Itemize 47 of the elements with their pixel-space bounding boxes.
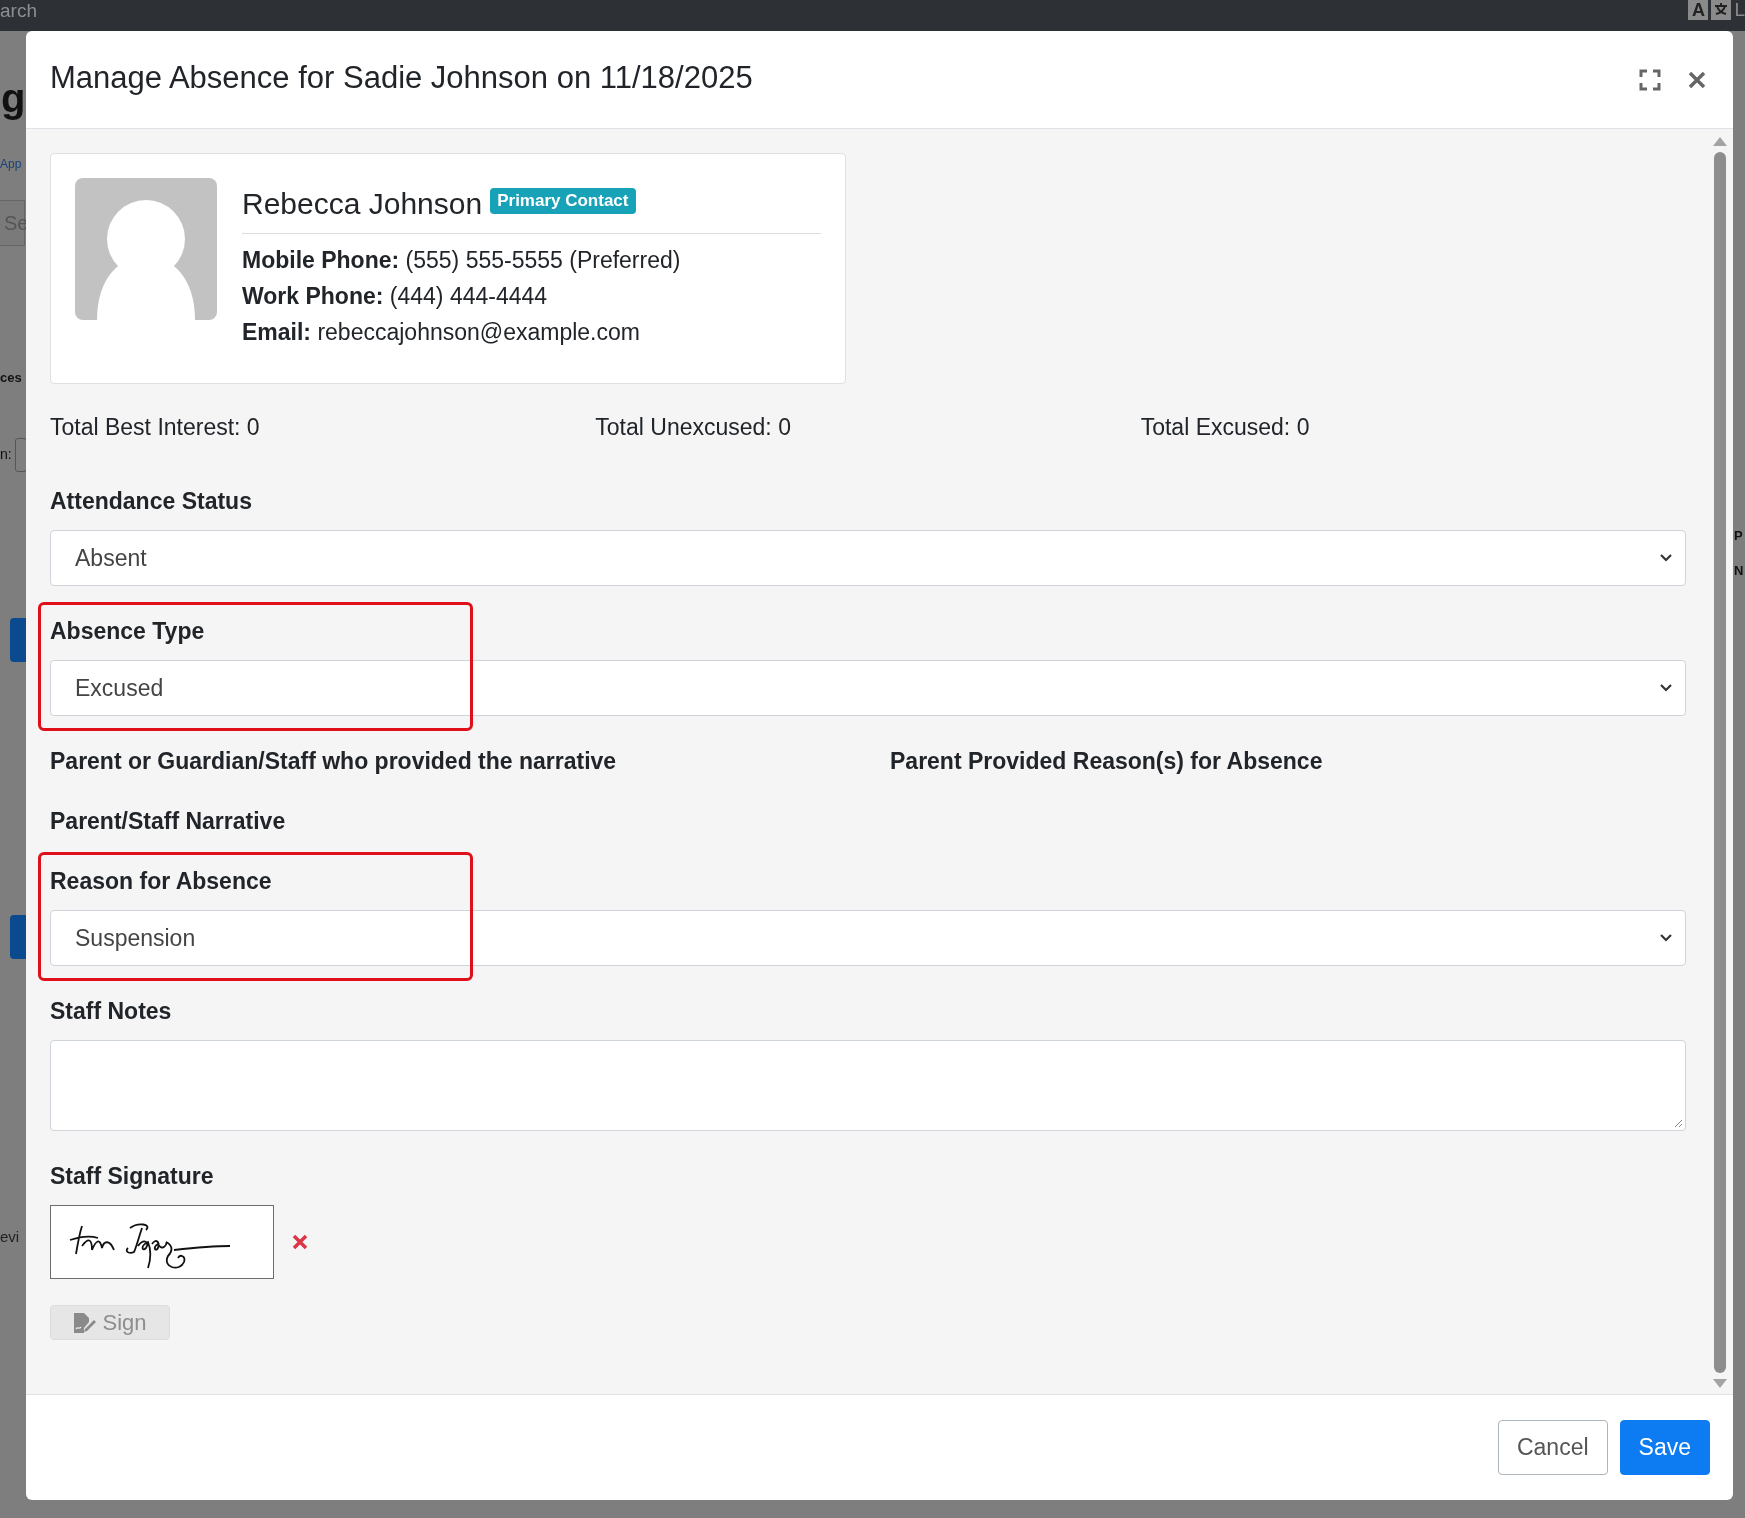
page-heading: g — [1, 75, 26, 122]
maximize-icon[interactable] — [1639, 68, 1661, 91]
resize-handle-icon[interactable] — [1673, 1118, 1683, 1128]
contact-name: Rebecca Johnson — [242, 186, 483, 221]
translate-icon[interactable] — [1711, 0, 1732, 20]
field-label: n: — [0, 446, 12, 462]
cancel-button[interactable]: Cancel — [1497, 1420, 1608, 1475]
field-label: Absence Type — [50, 617, 206, 646]
scrollbar-thumb[interactable] — [1713, 152, 1726, 1373]
nav-link[interactable]: App — [0, 157, 22, 171]
row-text: evi — [0, 1228, 20, 1245]
top-bar-text: arch — [0, 0, 37, 22]
total-text: Total Best Interest: 0 — [50, 413, 261, 441]
language-button[interactable]: A — [1688, 0, 1709, 20]
scroll-up-icon[interactable] — [1712, 137, 1727, 146]
file-pen-icon — [73, 1311, 98, 1334]
chevron-down-icon — [1659, 553, 1673, 563]
field-label: Parent or Guardian/Staff who provided the narrative — [50, 747, 618, 776]
dropdown[interactable]: Absent — [50, 530, 1686, 586]
signature-pad[interactable] — [50, 1205, 274, 1279]
notes-field[interactable] — [50, 1040, 1686, 1131]
field-label: Staff Signature — [50, 1162, 215, 1191]
field-label: Reason for Absence — [50, 867, 273, 896]
field-label: Parent Provided Reason(s) for Absence — [890, 747, 1323, 776]
contact-detail: Email: rebeccajohnson@example.com — [242, 318, 641, 347]
top-bar-text: L — [1734, 0, 1745, 20]
dropdown[interactable]: Suspension — [50, 910, 1686, 966]
chevron-down-icon — [1659, 933, 1673, 943]
dialog-title: Manage Absence for Sadie Johnson on 11/18/2025 — [50, 59, 753, 97]
total-text: Total Excused: 0 — [1140, 413, 1311, 441]
primary-contact-badge: Primary Contact — [490, 187, 636, 214]
field-label: Attendance Status — [50, 487, 253, 516]
contact-detail: Mobile Phone: (555) 555-5555 (Preferred) — [242, 246, 682, 275]
clear-signature-icon[interactable] — [292, 1234, 308, 1250]
avatar-icon — [75, 178, 217, 320]
scroll-down-icon[interactable] — [1712, 1379, 1727, 1388]
section-title: ces — [0, 370, 22, 385]
dropdown[interactable]: Excused — [50, 660, 1686, 716]
field-label: Staff Notes — [50, 997, 173, 1026]
chevron-down-icon — [1659, 683, 1673, 693]
total-text: Total Unexcused: 0 — [595, 413, 792, 441]
contact-detail: Work Phone: (444) 444-4444 — [242, 282, 549, 311]
field-label: Parent/Staff Narrative — [50, 807, 287, 836]
save-button[interactable]: Save — [1619, 1420, 1710, 1475]
column-heading: N — [1734, 563, 1744, 578]
column-heading: P — [1734, 528, 1743, 543]
close-icon[interactable] — [1687, 69, 1707, 90]
